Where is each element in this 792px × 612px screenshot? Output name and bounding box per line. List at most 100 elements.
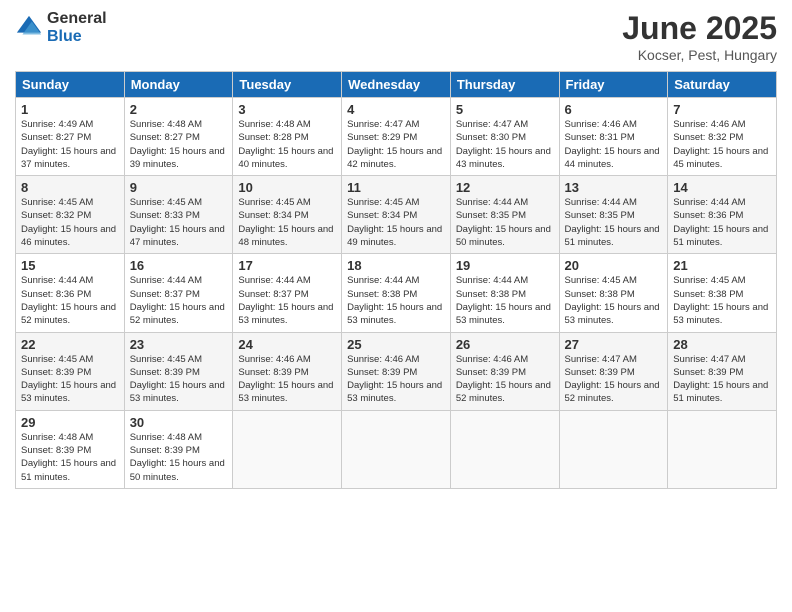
day-number: 20: [565, 258, 663, 273]
col-sunday: Sunday: [16, 72, 125, 98]
day-info: Sunrise: 4:47 AM Sunset: 8:39 PM Dayligh…: [565, 353, 663, 406]
day-info: Sunrise: 4:48 AM Sunset: 8:39 PM Dayligh…: [21, 431, 119, 484]
calendar-cell: 22 Sunrise: 4:45 AM Sunset: 8:39 PM Dayl…: [16, 332, 125, 410]
day-number: 11: [347, 180, 445, 195]
logo-blue-text: Blue: [47, 28, 107, 46]
logo: General Blue: [15, 10, 107, 45]
calendar-cell: 18 Sunrise: 4:44 AM Sunset: 8:38 PM Dayl…: [342, 254, 451, 332]
calendar-cell: 10 Sunrise: 4:45 AM Sunset: 8:34 PM Dayl…: [233, 176, 342, 254]
day-number: 8: [21, 180, 119, 195]
day-info: Sunrise: 4:46 AM Sunset: 8:39 PM Dayligh…: [456, 353, 554, 406]
col-wednesday: Wednesday: [342, 72, 451, 98]
day-number: 21: [673, 258, 771, 273]
calendar-cell: 29 Sunrise: 4:48 AM Sunset: 8:39 PM Dayl…: [16, 410, 125, 488]
page: General Blue June 2025 Kocser, Pest, Hun…: [0, 0, 792, 612]
day-number: 25: [347, 337, 445, 352]
calendar-week-4: 29 Sunrise: 4:48 AM Sunset: 8:39 PM Dayl…: [16, 410, 777, 488]
day-info: Sunrise: 4:45 AM Sunset: 8:33 PM Dayligh…: [130, 196, 228, 249]
calendar-cell: 3 Sunrise: 4:48 AM Sunset: 8:28 PM Dayli…: [233, 98, 342, 176]
day-info: Sunrise: 4:47 AM Sunset: 8:30 PM Dayligh…: [456, 118, 554, 171]
day-info: Sunrise: 4:44 AM Sunset: 8:37 PM Dayligh…: [130, 274, 228, 327]
day-number: 19: [456, 258, 554, 273]
day-info: Sunrise: 4:45 AM Sunset: 8:38 PM Dayligh…: [565, 274, 663, 327]
calendar-cell: 23 Sunrise: 4:45 AM Sunset: 8:39 PM Dayl…: [124, 332, 233, 410]
day-info: Sunrise: 4:47 AM Sunset: 8:39 PM Dayligh…: [673, 353, 771, 406]
day-number: 13: [565, 180, 663, 195]
calendar-week-3: 22 Sunrise: 4:45 AM Sunset: 8:39 PM Dayl…: [16, 332, 777, 410]
logo-icon: [15, 14, 43, 42]
calendar-cell: 17 Sunrise: 4:44 AM Sunset: 8:37 PM Dayl…: [233, 254, 342, 332]
day-number: 17: [238, 258, 336, 273]
day-number: 6: [565, 102, 663, 117]
day-number: 10: [238, 180, 336, 195]
day-info: Sunrise: 4:46 AM Sunset: 8:31 PM Dayligh…: [565, 118, 663, 171]
day-info: Sunrise: 4:44 AM Sunset: 8:38 PM Dayligh…: [347, 274, 445, 327]
calendar-cell: 11 Sunrise: 4:45 AM Sunset: 8:34 PM Dayl…: [342, 176, 451, 254]
calendar-cell: 4 Sunrise: 4:47 AM Sunset: 8:29 PM Dayli…: [342, 98, 451, 176]
day-number: 23: [130, 337, 228, 352]
day-info: Sunrise: 4:45 AM Sunset: 8:32 PM Dayligh…: [21, 196, 119, 249]
header: General Blue June 2025 Kocser, Pest, Hun…: [15, 10, 777, 63]
calendar-cell: 16 Sunrise: 4:44 AM Sunset: 8:37 PM Dayl…: [124, 254, 233, 332]
day-info: Sunrise: 4:44 AM Sunset: 8:38 PM Dayligh…: [456, 274, 554, 327]
day-number: 3: [238, 102, 336, 117]
day-number: 15: [21, 258, 119, 273]
calendar-header: Sunday Monday Tuesday Wednesday Thursday…: [16, 72, 777, 98]
calendar-cell: 12 Sunrise: 4:44 AM Sunset: 8:35 PM Dayl…: [450, 176, 559, 254]
calendar-cell: 6 Sunrise: 4:46 AM Sunset: 8:31 PM Dayli…: [559, 98, 668, 176]
calendar-cell: 26 Sunrise: 4:46 AM Sunset: 8:39 PM Dayl…: [450, 332, 559, 410]
day-number: 2: [130, 102, 228, 117]
day-info: Sunrise: 4:44 AM Sunset: 8:37 PM Dayligh…: [238, 274, 336, 327]
day-number: 4: [347, 102, 445, 117]
calendar-cell: [342, 410, 451, 488]
day-number: 1: [21, 102, 119, 117]
day-number: 16: [130, 258, 228, 273]
calendar-week-0: 1 Sunrise: 4:49 AM Sunset: 8:27 PM Dayli…: [16, 98, 777, 176]
calendar-cell: 21 Sunrise: 4:45 AM Sunset: 8:38 PM Dayl…: [668, 254, 777, 332]
day-number: 26: [456, 337, 554, 352]
day-number: 12: [456, 180, 554, 195]
calendar-cell: [233, 410, 342, 488]
calendar-cell: 20 Sunrise: 4:45 AM Sunset: 8:38 PM Dayl…: [559, 254, 668, 332]
day-info: Sunrise: 4:44 AM Sunset: 8:35 PM Dayligh…: [456, 196, 554, 249]
day-info: Sunrise: 4:46 AM Sunset: 8:32 PM Dayligh…: [673, 118, 771, 171]
calendar-cell: 28 Sunrise: 4:47 AM Sunset: 8:39 PM Dayl…: [668, 332, 777, 410]
calendar-cell: 27 Sunrise: 4:47 AM Sunset: 8:39 PM Dayl…: [559, 332, 668, 410]
day-number: 29: [21, 415, 119, 430]
day-number: 9: [130, 180, 228, 195]
calendar-subtitle: Kocser, Pest, Hungary: [622, 47, 777, 63]
day-info: Sunrise: 4:47 AM Sunset: 8:29 PM Dayligh…: [347, 118, 445, 171]
calendar-cell: 19 Sunrise: 4:44 AM Sunset: 8:38 PM Dayl…: [450, 254, 559, 332]
title-block: June 2025 Kocser, Pest, Hungary: [622, 10, 777, 63]
calendar-body: 1 Sunrise: 4:49 AM Sunset: 8:27 PM Dayli…: [16, 98, 777, 489]
day-number: 27: [565, 337, 663, 352]
day-info: Sunrise: 4:45 AM Sunset: 8:34 PM Dayligh…: [238, 196, 336, 249]
day-info: Sunrise: 4:46 AM Sunset: 8:39 PM Dayligh…: [238, 353, 336, 406]
calendar-title: June 2025: [622, 10, 777, 47]
calendar-cell: 25 Sunrise: 4:46 AM Sunset: 8:39 PM Dayl…: [342, 332, 451, 410]
calendar-cell: [450, 410, 559, 488]
day-info: Sunrise: 4:44 AM Sunset: 8:35 PM Dayligh…: [565, 196, 663, 249]
logo-general-text: General: [47, 10, 107, 28]
header-row: Sunday Monday Tuesday Wednesday Thursday…: [16, 72, 777, 98]
calendar-cell: 7 Sunrise: 4:46 AM Sunset: 8:32 PM Dayli…: [668, 98, 777, 176]
calendar-cell: 30 Sunrise: 4:48 AM Sunset: 8:39 PM Dayl…: [124, 410, 233, 488]
calendar-cell: 14 Sunrise: 4:44 AM Sunset: 8:36 PM Dayl…: [668, 176, 777, 254]
calendar-cell: [668, 410, 777, 488]
calendar-cell: 2 Sunrise: 4:48 AM Sunset: 8:27 PM Dayli…: [124, 98, 233, 176]
calendar-cell: 9 Sunrise: 4:45 AM Sunset: 8:33 PM Dayli…: [124, 176, 233, 254]
day-number: 14: [673, 180, 771, 195]
day-info: Sunrise: 4:45 AM Sunset: 8:39 PM Dayligh…: [21, 353, 119, 406]
calendar-cell: [559, 410, 668, 488]
day-info: Sunrise: 4:48 AM Sunset: 8:28 PM Dayligh…: [238, 118, 336, 171]
logo-text: General Blue: [47, 10, 107, 45]
day-info: Sunrise: 4:45 AM Sunset: 8:38 PM Dayligh…: [673, 274, 771, 327]
day-info: Sunrise: 4:48 AM Sunset: 8:39 PM Dayligh…: [130, 431, 228, 484]
col-tuesday: Tuesday: [233, 72, 342, 98]
day-info: Sunrise: 4:48 AM Sunset: 8:27 PM Dayligh…: [130, 118, 228, 171]
calendar-cell: 1 Sunrise: 4:49 AM Sunset: 8:27 PM Dayli…: [16, 98, 125, 176]
col-friday: Friday: [559, 72, 668, 98]
day-number: 18: [347, 258, 445, 273]
day-number: 28: [673, 337, 771, 352]
calendar-week-2: 15 Sunrise: 4:44 AM Sunset: 8:36 PM Dayl…: [16, 254, 777, 332]
